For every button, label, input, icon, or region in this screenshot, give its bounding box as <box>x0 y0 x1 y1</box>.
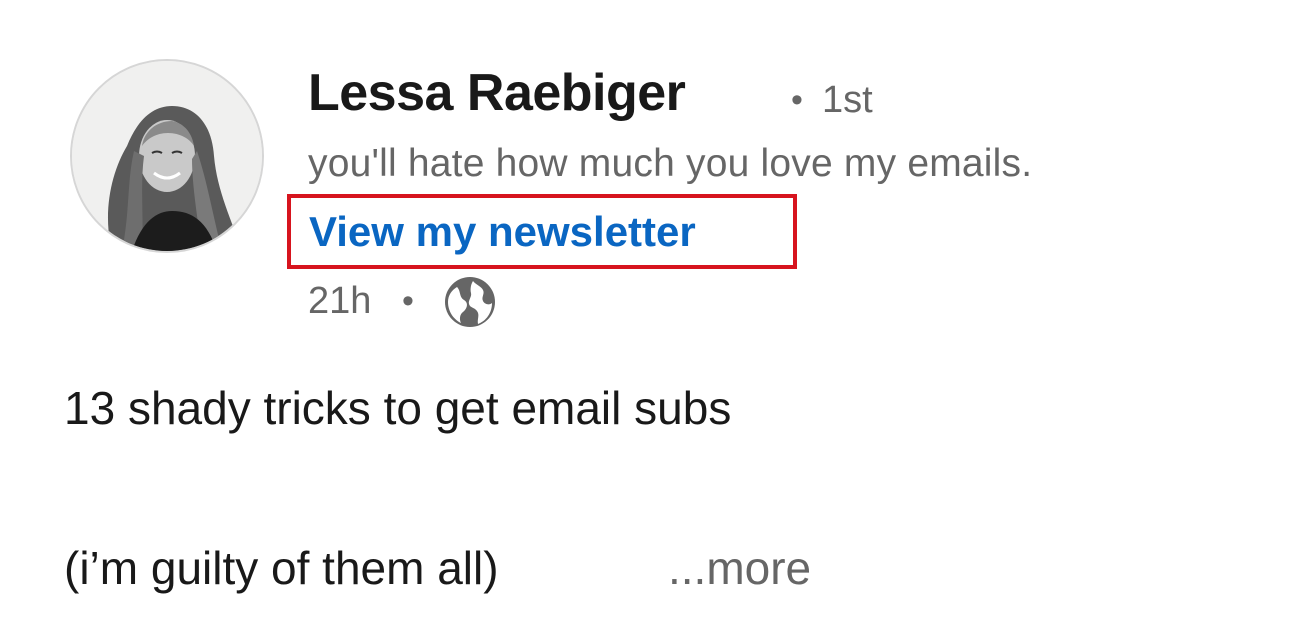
post-text-line: (i’m guilty of them all) <box>64 542 499 594</box>
view-newsletter-link[interactable]: View my newsletter <box>287 194 797 269</box>
avatar-photo <box>72 61 262 251</box>
feed-post: Lessa Raebiger • 1st you'll hate how muc… <box>0 0 1292 641</box>
see-more-button[interactable]: ...more <box>668 540 811 596</box>
connection-degree: 1st <box>822 79 873 121</box>
timestamp-separator: • <box>402 282 414 320</box>
post-text-line: 13 shady tricks to get email subs <box>64 382 732 434</box>
name-separator: • <box>791 81 803 119</box>
actor-name[interactable]: Lessa Raebiger <box>308 62 686 124</box>
globe-icon <box>443 275 497 329</box>
view-newsletter-label[interactable]: View my newsletter <box>309 207 696 257</box>
avatar[interactable] <box>70 59 264 253</box>
post-timestamp[interactable]: 21h <box>308 277 371 325</box>
actor-headline: you'll hate how much you love my emails. <box>308 142 1033 185</box>
